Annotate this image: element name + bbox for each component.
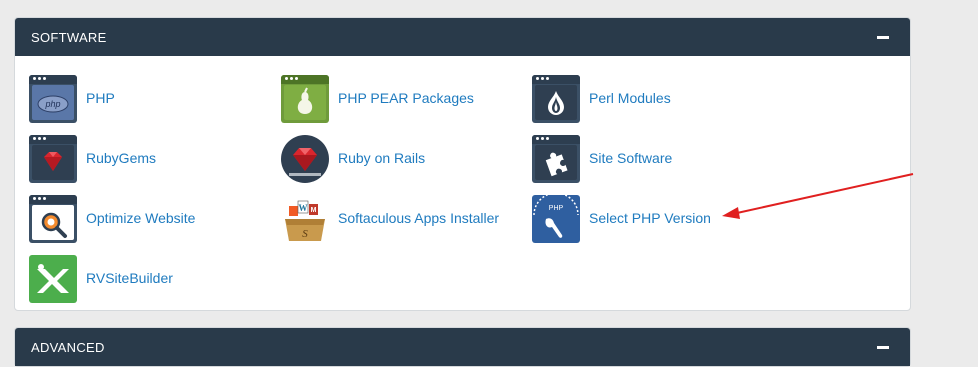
software-item-label: Perl Modules [589,90,671,106]
software-item-label: PHP [86,90,115,106]
software-item-label: Ruby on Rails [338,150,426,166]
advanced-panel-header[interactable]: ADVANCED [15,328,910,366]
select-php-icon: PHP [532,195,580,243]
puzzle-icon [532,135,580,183]
software-item-label: PHP PEAR Packages [338,90,474,106]
software-collapse-toggle[interactable] [876,27,890,45]
advanced-panel: ADVANCED [14,327,911,367]
php-icon: php [29,75,77,123]
software-panel-header[interactable]: SOFTWARE [15,18,910,56]
rvsitebuilder-icon [29,255,77,303]
ruby-gem-icon [29,135,77,183]
software-item-label: Softaculous Apps Installer [338,210,500,226]
software-item-label: Site Software [589,150,673,166]
ruby-rails-icon [281,135,329,183]
optimize-icon [29,195,77,243]
software-section-title: SOFTWARE [31,30,107,45]
perl-onion-icon [532,75,580,123]
svg-text:php: php [44,99,60,109]
svg-text:M: M [311,207,317,214]
svg-text:S: S [302,228,308,240]
software-panel: SOFTWARE php PHP PHP PEAR Packages Perl … [14,17,911,311]
svg-text:PHP: PHP [549,205,564,212]
software-item-label: Select PHP Version [589,210,711,226]
software-item-label: RVSiteBuilder [86,270,173,286]
software-item-label: Optimize Website [86,210,196,226]
softaculous-icon: W M S [281,195,329,243]
software-item-label: RubyGems [86,150,157,166]
advanced-collapse-toggle[interactable] [876,337,890,355]
svg-text:W: W [299,203,308,213]
pear-icon [281,75,329,123]
